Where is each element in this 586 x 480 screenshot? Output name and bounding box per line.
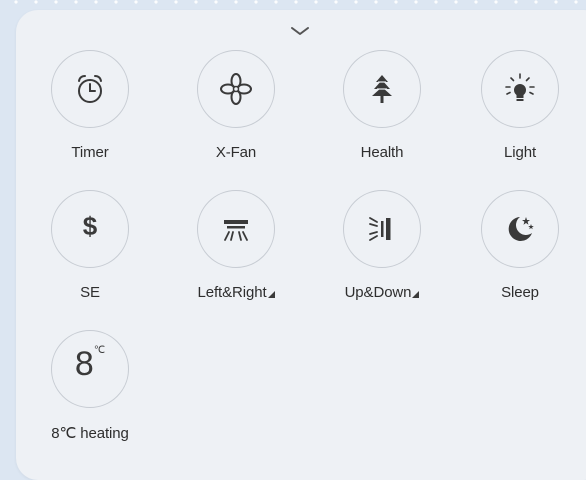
8c-icon: 8℃ [52,345,128,384]
submenu-indicator [412,291,420,298]
submenu-indicator [267,291,275,298]
sleep-circle [481,190,559,268]
tree-icon [372,75,392,103]
up-down-button[interactable]: Up&Down [322,190,442,320]
health-label: Health [360,144,404,161]
left-right-label: Left&Right [176,284,296,301]
chevron-down-icon [291,27,309,35]
light-label: Light [503,144,537,161]
sleep-button[interactable]: Sleep [460,190,580,320]
heating8-label: 8℃ heating [51,425,129,442]
up-down-label: Up&Down [322,284,442,301]
light-circle [481,50,559,128]
se-label: SE [80,284,100,301]
collapse-button[interactable] [286,22,314,40]
up-down-circle [343,190,421,268]
lightbulb-icon [505,73,535,101]
function-panel: Timer X-Fan Health Light $ SE Left&Right… [16,10,586,480]
light-button[interactable]: Light [460,50,580,180]
timer-label: Timer [71,144,109,161]
timer-circle [51,50,129,128]
left-right-circle [197,190,275,268]
heating8-circle: 8℃ [51,330,129,408]
swing-vertical-icon [369,217,391,241]
timer-button[interactable]: Timer [30,50,150,180]
se-button[interactable]: $ SE [30,190,150,320]
background-dots [0,0,586,8]
heating8-button[interactable]: 8℃ 8℃ heating [30,330,150,460]
xfan-button[interactable]: X-Fan [176,50,296,180]
xfan-circle [197,50,275,128]
fan-icon [220,73,252,105]
alarm-clock-icon [78,75,102,103]
8c-unit: ℃ [93,345,106,356]
health-circle [343,50,421,128]
sleep-label: Sleep [501,284,539,301]
left-right-button[interactable]: Left&Right [176,190,296,320]
dollar-icon: $ [82,211,98,241]
swing-horizontal-icon [224,220,248,241]
health-button[interactable]: Health [322,50,442,180]
8c-digit: 8 [74,345,94,383]
moon-stars-icon [508,217,534,241]
xfan-label: X-Fan [215,144,257,161]
se-circle: $ [51,190,129,268]
